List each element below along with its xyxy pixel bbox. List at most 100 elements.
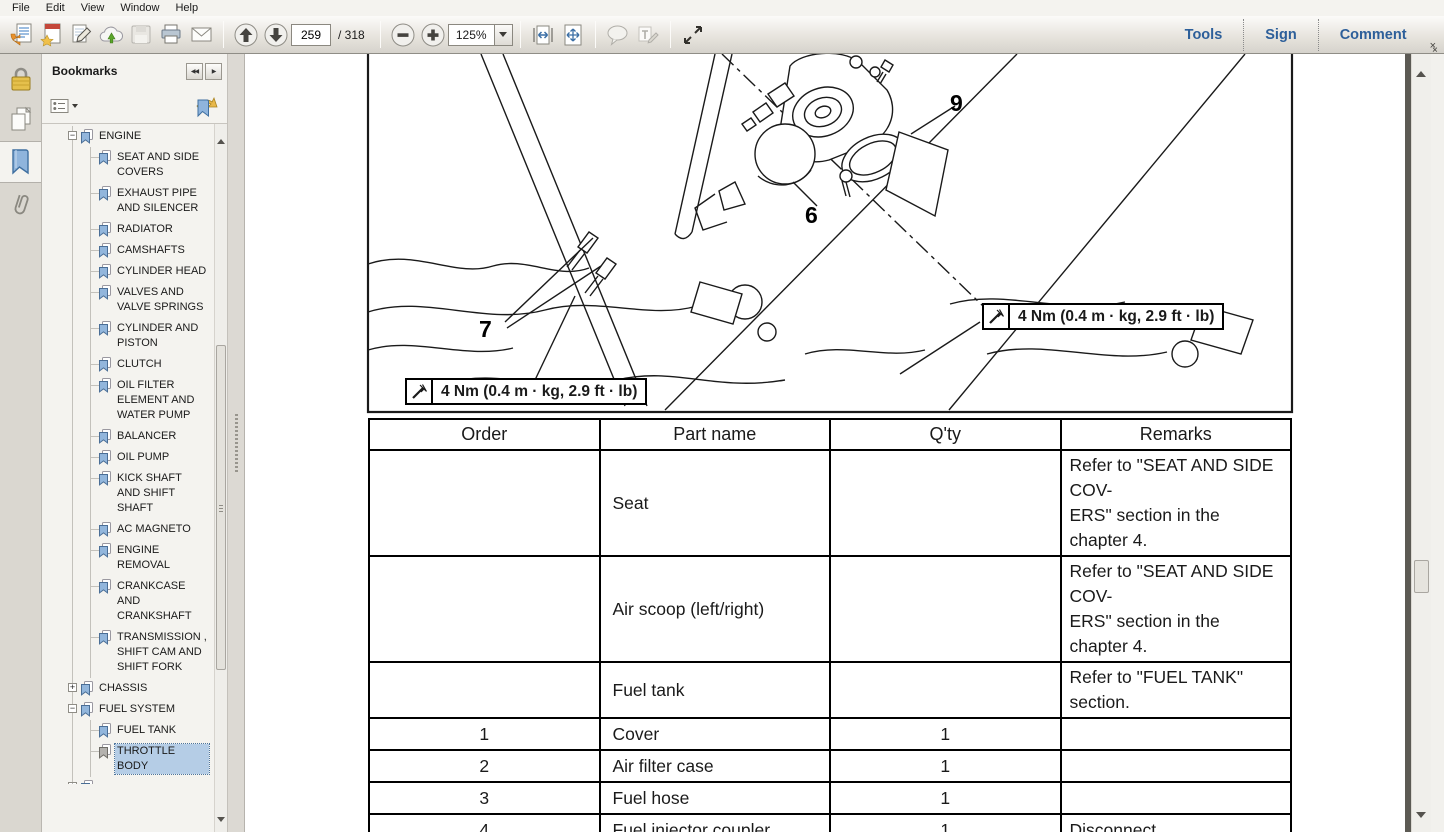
- chevron-down-icon: [499, 32, 507, 37]
- previous-page-button[interactable]: [232, 21, 260, 49]
- security-lock-button[interactable]: [0, 57, 41, 99]
- bookmark-item-balancer[interactable]: BALANCER: [42, 426, 214, 447]
- cell-qty: 1: [830, 782, 1061, 814]
- print-button[interactable]: [157, 21, 185, 49]
- open-button[interactable]: [7, 21, 35, 49]
- fullscreen-button[interactable]: [679, 21, 707, 49]
- tools-button[interactable]: Tools: [1164, 27, 1244, 43]
- zoom-level-box[interactable]: 125%: [448, 24, 495, 46]
- panel-forward-button[interactable]: ▶: [205, 63, 222, 80]
- collapse-panel-button[interactable]: ◀◀: [186, 63, 203, 80]
- bookmark-item-oil-filter-element-and-water-pump[interactable]: OIL FILTER ELEMENT AND WATER PUMP: [42, 375, 214, 426]
- bookmark-item-kick-shaft-and-shift-shaft[interactable]: KICK SHAFT AND SHIFT SHAFT: [42, 468, 214, 519]
- table-row: 4Fuel injector coupler1Disconnect.: [369, 814, 1291, 832]
- bookmark-label: CLUTCH: [115, 357, 164, 372]
- scrollbar-thumb[interactable]: [1414, 560, 1429, 593]
- bookmark-item-engine[interactable]: −ENGINE: [42, 126, 214, 147]
- bookmark-item-exhaust-pipe-and-silencer[interactable]: EXHAUST PIPE AND SILENCER: [42, 183, 214, 219]
- torque-value: 4 Nm (0.4 m · kg, 2.9 ft · lb): [1010, 308, 1222, 326]
- bookmark-label: BALANCER: [115, 429, 178, 444]
- bookmarks-panel-button[interactable]: [0, 141, 41, 183]
- fit-page-button[interactable]: [559, 21, 587, 49]
- bookmark-item-engine-removal[interactable]: ENGINE REMOVAL: [42, 540, 214, 576]
- scrollbar-thumb[interactable]: [216, 345, 226, 670]
- bookmark-item-fuel-tank[interactable]: FUEL TANK: [42, 720, 214, 741]
- bookmark-icon: [80, 681, 93, 696]
- bookmark-item-cylinder-head[interactable]: CYLINDER HEAD: [42, 261, 214, 282]
- bookmark-label: CYLINDER AND PISTON: [115, 321, 209, 351]
- bookmark-item-valves-and-valve-springs[interactable]: VALVES AND VALVE SPRINGS: [42, 282, 214, 318]
- bookmark-item-fuel-system[interactable]: −FUEL SYSTEM: [42, 699, 214, 720]
- torque-wrench-icon: [984, 305, 1010, 328]
- cell-order: 2: [369, 750, 600, 782]
- bookmark-item-oil-pump[interactable]: OIL PUMP: [42, 447, 214, 468]
- bookmark-item-crankcase-and-crankshaft[interactable]: CRANKCASE AND CRANKSHAFT: [42, 576, 214, 627]
- share-upload-button[interactable]: [97, 21, 125, 49]
- expand-box-icon[interactable]: +: [68, 683, 77, 692]
- bookmark-item-ac-magneto[interactable]: AC MAGNETO: [42, 519, 214, 540]
- next-page-button[interactable]: [262, 21, 290, 49]
- email-icon: [188, 22, 215, 48]
- options-list-icon: [50, 97, 69, 115]
- close-pane-icon[interactable]: ×: [1432, 45, 1438, 56]
- create-pdf-button[interactable]: [37, 21, 65, 49]
- zoom-in-button[interactable]: [419, 21, 447, 49]
- bookmark-item-seat-and-side-covers[interactable]: SEAT AND SIDE COVERS: [42, 147, 214, 183]
- comment-bubble-button[interactable]: [604, 21, 632, 49]
- menu-item-view[interactable]: View: [73, 1, 113, 15]
- zoom-dropdown-button[interactable]: [495, 24, 513, 46]
- torque-callout-left: 4 Nm (0.4 m · kg, 2.9 ft · lb): [405, 378, 647, 405]
- menu-item-edit[interactable]: Edit: [38, 1, 73, 15]
- new-bookmark-button[interactable]: [195, 94, 219, 118]
- bookmark-item-transmission-shift-cam-and-shift-fork[interactable]: TRANSMISSION , SHIFT CAM AND SHIFT FORK: [42, 627, 214, 678]
- cell-order: [369, 556, 600, 662]
- page-number-input[interactable]: [291, 24, 331, 46]
- exploded-view-diagram: [245, 54, 1405, 416]
- menu-item-window[interactable]: Window: [112, 1, 167, 15]
- email-button[interactable]: [187, 21, 215, 49]
- collapse-box-icon[interactable]: −: [68, 704, 77, 713]
- zoom-out-button[interactable]: [389, 21, 417, 49]
- attachments-button[interactable]: [0, 183, 41, 225]
- expand-box-icon[interactable]: +: [68, 782, 77, 784]
- bookmark-label: CYLINDER HEAD: [115, 264, 208, 279]
- scroll-down-icon[interactable]: [217, 822, 226, 831]
- menu-item-file[interactable]: File: [4, 1, 38, 15]
- comment-button[interactable]: Comment: [1319, 27, 1428, 43]
- document-scrollbar[interactable]: [1411, 54, 1431, 832]
- tree-connector: [90, 478, 99, 479]
- fit-width-button[interactable]: [529, 21, 557, 49]
- tree-connector: [90, 586, 99, 587]
- fill-sign-button[interactable]: [67, 21, 95, 49]
- save-button[interactable]: [127, 21, 155, 49]
- table-row: Fuel tankRefer to "FUEL TANK" section.: [369, 662, 1291, 718]
- bookmark-icon: [98, 579, 111, 594]
- text-annotation-button[interactable]: [634, 21, 662, 49]
- bookmark-item-radiator[interactable]: RADIATOR: [42, 219, 214, 240]
- menu-item-help[interactable]: Help: [167, 1, 206, 15]
- scroll-down-icon[interactable]: [1416, 818, 1427, 829]
- bookmark-item-camshafts[interactable]: CAMSHAFTS: [42, 240, 214, 261]
- tree-connector: [90, 751, 99, 752]
- bookmark-options-button[interactable]: [50, 97, 78, 115]
- bookmark-item-cylinder-and-piston[interactable]: CYLINDER AND PISTON: [42, 318, 214, 354]
- bookmark-item-clutch[interactable]: CLUTCH: [42, 354, 214, 375]
- toolbar-separator: [223, 21, 224, 48]
- bookmark-icon: [98, 522, 111, 537]
- collapse-box-icon[interactable]: −: [68, 131, 77, 140]
- print-icon: [158, 22, 184, 48]
- page-thumbnails-button[interactable]: [0, 99, 41, 141]
- panel-splitter[interactable]: [228, 54, 245, 832]
- bookmark-item[interactable]: +: [42, 777, 214, 784]
- scroll-up-icon[interactable]: [1416, 57, 1427, 68]
- bookmark-item-chassis[interactable]: +CHASSIS: [42, 678, 214, 699]
- bookmark-item-throttle-body[interactable]: THROTTLE BODY: [42, 741, 214, 777]
- page-count-label: / 318: [338, 28, 365, 42]
- cell-qty: [830, 450, 1061, 556]
- cell-remarks: Refer to "SEAT AND SIDE COV- ERS" sectio…: [1061, 450, 1292, 556]
- bookmark-icon: [98, 723, 111, 738]
- bookmarks-scrollbar[interactable]: [214, 124, 227, 832]
- ref-number-6: 6: [805, 202, 818, 229]
- sign-button[interactable]: Sign: [1244, 27, 1317, 43]
- scroll-up-icon[interactable]: [217, 125, 226, 134]
